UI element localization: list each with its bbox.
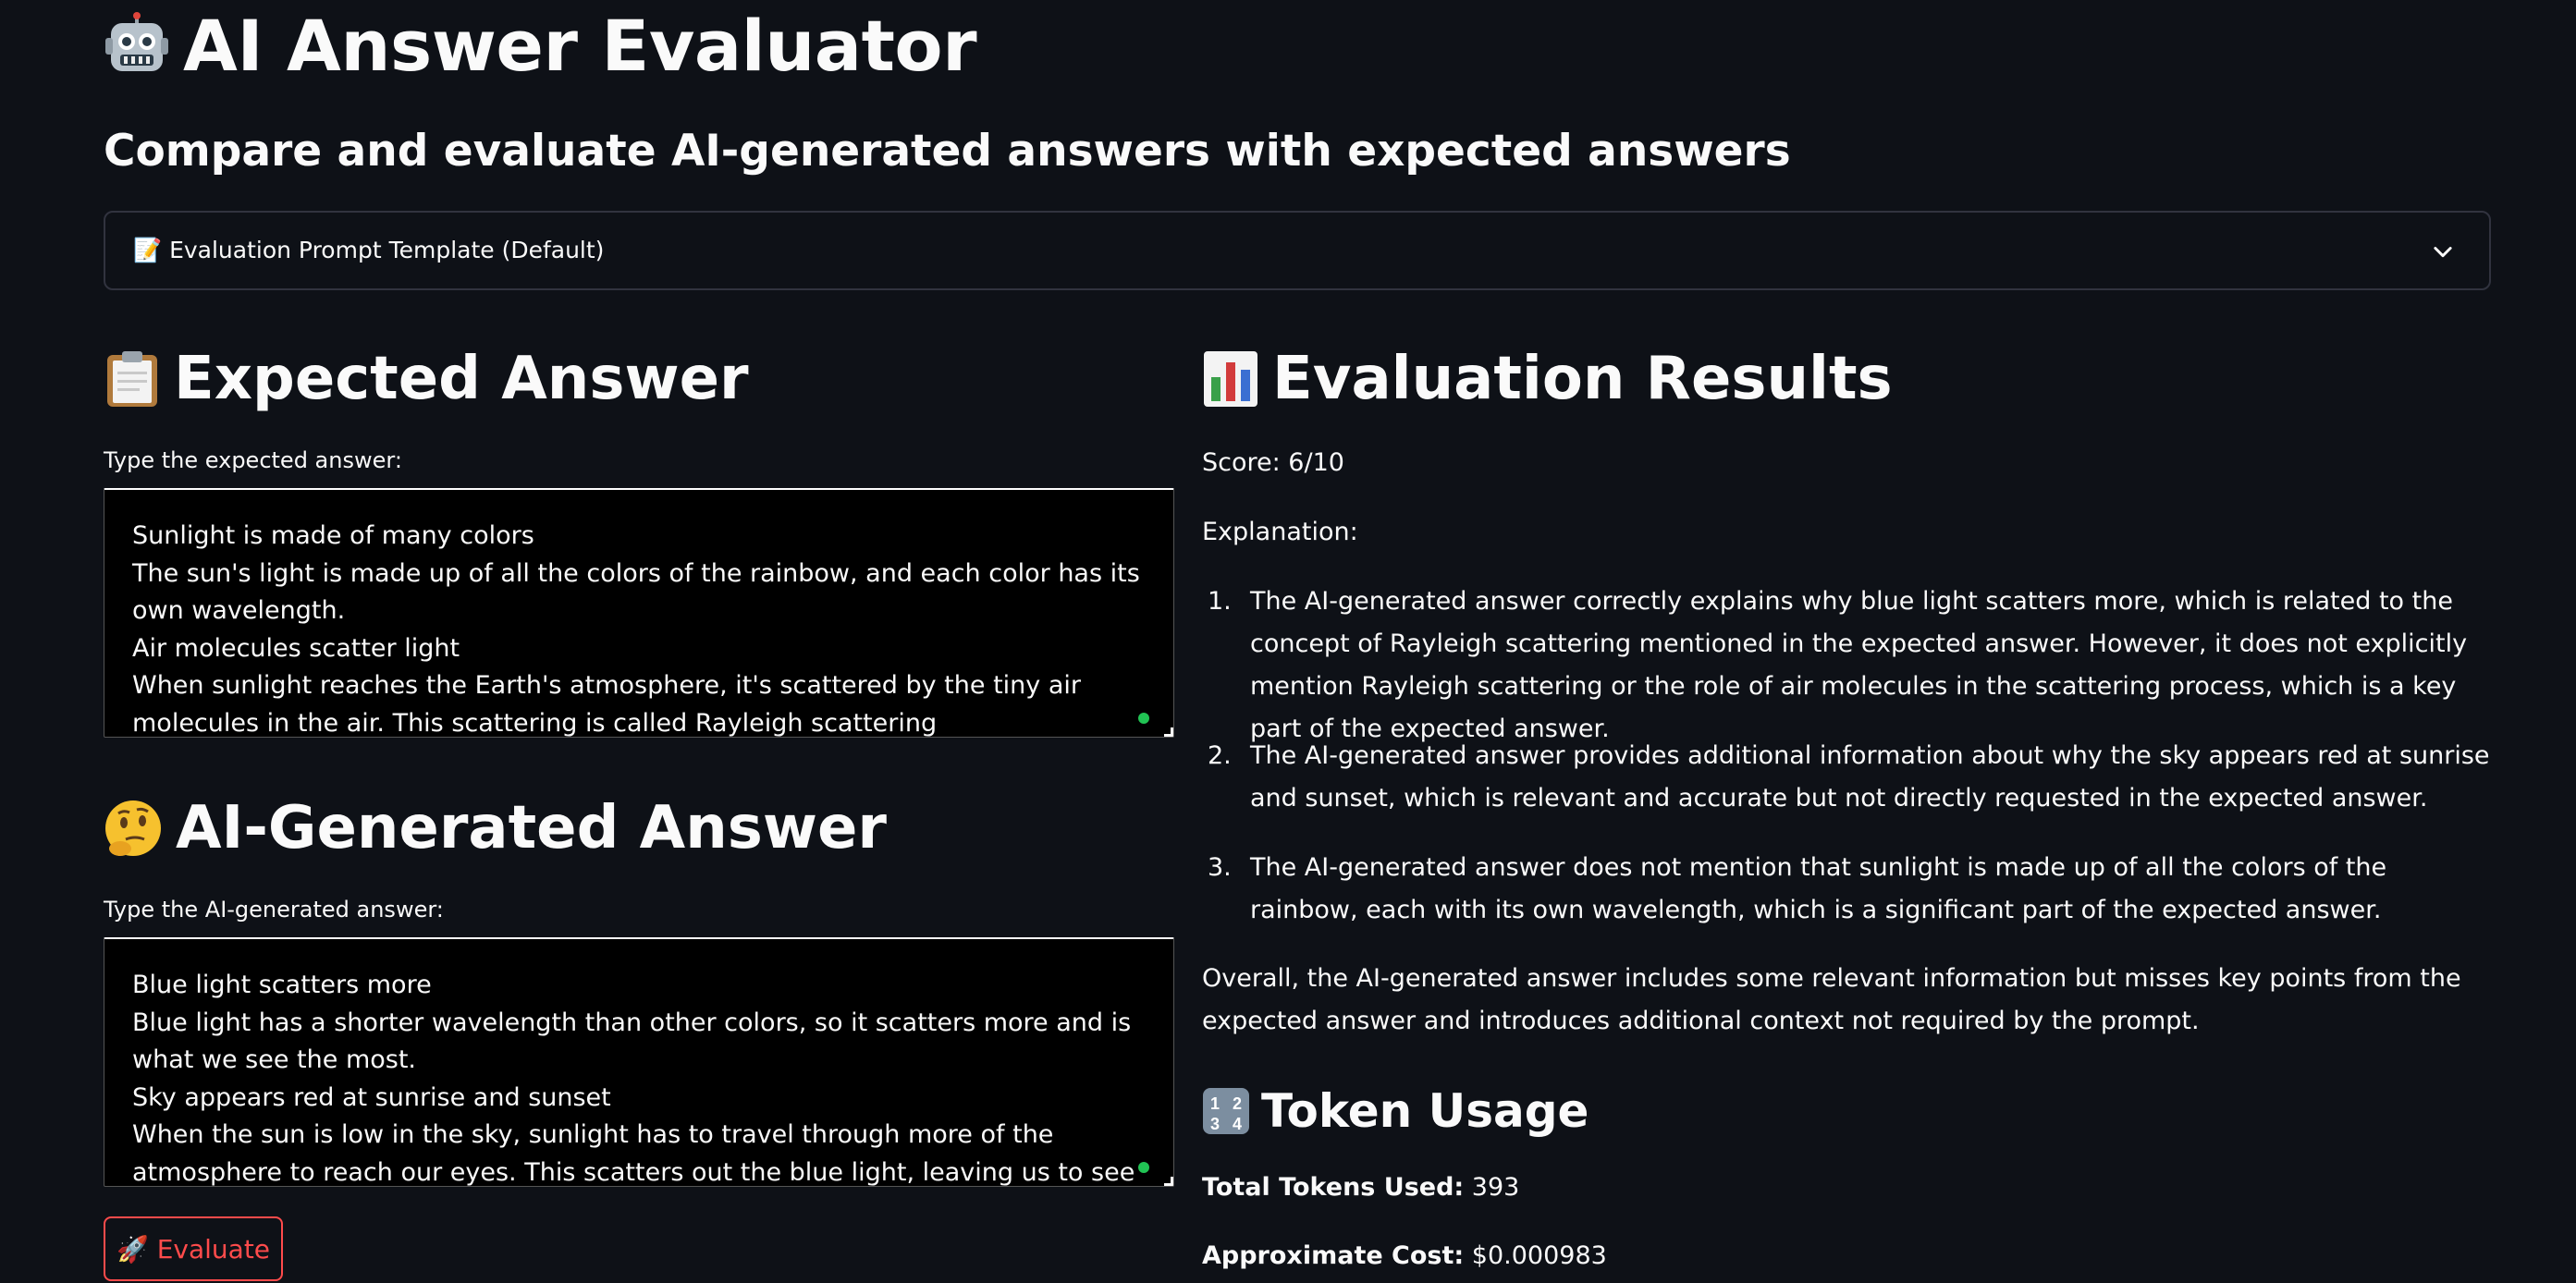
total-tokens: Total Tokens Used: 393 (1202, 1167, 1519, 1209)
results-heading: Evaluation Results (1272, 345, 1893, 413)
list-number: 3. (1208, 853, 1232, 882)
numbers-icon: 1 2 3 4 (1202, 1087, 1250, 1135)
thinking-face-icon (104, 799, 163, 858)
page-subtitle: Compare and evaluate AI-generated answer… (104, 126, 1791, 177)
svg-text:2: 2 (1233, 1094, 1242, 1113)
svg-text:3: 3 (1210, 1115, 1220, 1133)
approximate-cost: Approximate Cost: $0.000983 (1202, 1235, 1607, 1277)
resize-handle[interactable] (1164, 727, 1173, 737)
total-tokens-label: Total Tokens Used: (1202, 1173, 1465, 1202)
resize-handle[interactable] (1164, 1177, 1173, 1186)
expander-label: 📝 Evaluation Prompt Template (Default) (133, 237, 605, 263)
cost-value: $0.000983 (1464, 1241, 1607, 1270)
title-row: AI Answer Evaluator (104, 4, 977, 87)
list-number: 1. (1208, 587, 1232, 616)
evaluate-button[interactable]: 🚀 Evaluate (104, 1216, 283, 1281)
expected-answer-heading: Expected Answer (174, 345, 749, 413)
token-usage-heading: Token Usage (1261, 1084, 1589, 1138)
bar-chart-icon (1202, 349, 1259, 409)
cost-label: Approximate Cost: (1202, 1241, 1465, 1270)
overall-summary: Overall, the AI-generated answer include… (1202, 964, 2461, 1035)
ai-answer-heading: AI-Generated Answer (176, 794, 887, 862)
prompt-template-expander[interactable]: 📝 Evaluation Prompt Template (Default) (104, 211, 2491, 290)
clipboard-icon (104, 349, 161, 409)
svg-text:4: 4 (1233, 1115, 1242, 1133)
status-dot (1138, 1162, 1149, 1173)
list-number: 2. (1208, 741, 1232, 770)
explanation-label: Explanation: (1202, 518, 1358, 546)
score-text: Score: 6/10 (1202, 448, 1344, 477)
svg-text:1: 1 (1210, 1094, 1220, 1113)
explanation-item: The AI-generated answer provides additio… (1250, 741, 2490, 813)
expected-answer-header: Expected Answer (104, 342, 749, 416)
expected-answer-textarea[interactable]: Sunlight is made of many colors The sun'… (104, 488, 1174, 738)
robot-icon (104, 12, 170, 79)
ai-answer-header: AI-Generated Answer (104, 791, 887, 865)
ai-answer-label: Type the AI-generated answer: (104, 897, 444, 923)
expected-answer-text: Sunlight is made of many colors The sun'… (132, 521, 1140, 738)
ai-answer-text: Blue light scatters more Blue light has … (132, 971, 1135, 1187)
app-page: AI Answer Evaluator Compare and evaluate… (0, 0, 2576, 1283)
token-usage-header: 1 2 3 4 Token Usage (1202, 1078, 1589, 1144)
ai-answer-textarea[interactable]: Blue light scatters more Blue light has … (104, 937, 1174, 1187)
evaluate-button-label: 🚀 Evaluate (116, 1233, 271, 1265)
chevron-down-icon (2434, 247, 2452, 258)
expected-answer-label: Type the expected answer: (104, 447, 402, 473)
explanation-item: The AI-generated answer correctly explai… (1250, 587, 2468, 743)
explanation-item: The AI-generated answer does not mention… (1250, 853, 2387, 924)
results-header: Evaluation Results (1202, 342, 1893, 416)
status-dot (1138, 713, 1149, 724)
total-tokens-value: 393 (1464, 1173, 1520, 1202)
app-title: AI Answer Evaluator (183, 4, 977, 87)
